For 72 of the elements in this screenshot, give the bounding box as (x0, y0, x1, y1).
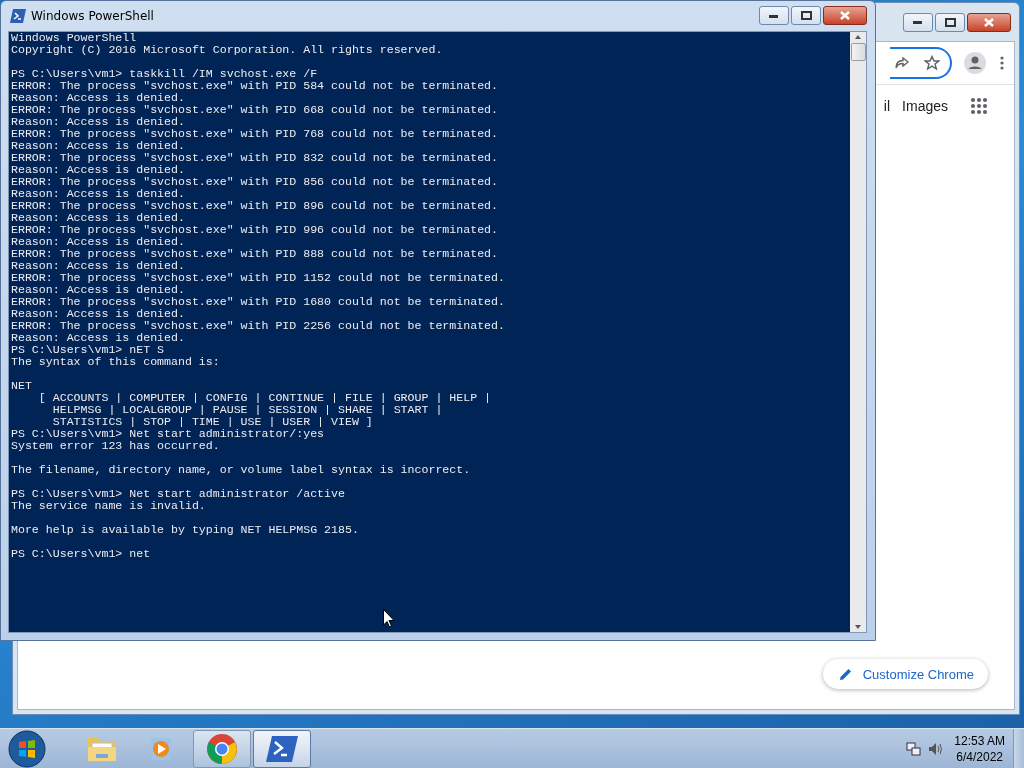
console-line: ERROR: The process "svchost.exe" with PID 888 could not be terminated. (11, 247, 500, 260)
console-line: Reason: Access is denied. (11, 235, 186, 248)
console-line: ERROR: The process "svchost.exe" with PID 996 could not be terminated. (11, 223, 500, 236)
nav-link[interactable]: Images (902, 98, 948, 114)
maximize-icon (800, 11, 812, 21)
console-line: Reason: Access is denied. (11, 163, 186, 176)
minimize-button[interactable] (759, 6, 789, 26)
console-line: PS C:\Users\vm1> nET S (11, 343, 166, 356)
console-line: The syntax of this command is: (11, 355, 221, 368)
maximize-button[interactable] (791, 6, 821, 26)
terminal-icon (266, 734, 298, 763)
console-line: ERROR: The process "svchost.exe" with PID 768 could not be terminated. (11, 127, 500, 140)
customize-chrome-button[interactable]: Customize Chrome (822, 659, 988, 689)
console-line: PS C:\Users\vm1> net (11, 547, 152, 560)
console-line: Reason: Access is denied. (11, 187, 186, 200)
console-line: Reason: Access is denied. (11, 115, 186, 128)
clock-date: 6/4/2022 (956, 748, 1003, 765)
apps-grid-icon[interactable] (970, 97, 988, 115)
console-line: STATISTICS | STOP | TIME | USE | USER | VIEW ] (51, 415, 374, 428)
console-line: Reason: Access is denied. (11, 283, 186, 296)
console-line: ERROR: The process "svchost.exe" with PID 1152 could not be terminated. (11, 271, 506, 284)
minimize-icon (769, 13, 779, 18)
close-icon (840, 11, 850, 21)
console-line: The service name is invalid. (11, 499, 207, 512)
console-line: Windows PowerShell (11, 31, 138, 44)
console-line: Reason: Access is denied. (11, 259, 186, 272)
console-line: ERROR: The process "svchost.exe" with PID 832 could not be terminated. (11, 151, 500, 164)
console-line: HELPMSG | LOCALGROUP | PAUSE | SESSION | SHARE | START | (51, 403, 444, 416)
console-line: ERROR: The process "svchost.exe" with PID 896 could not be terminated. (11, 199, 500, 212)
maximize-icon (944, 17, 956, 27)
menu-icon[interactable] (1000, 56, 1004, 70)
console-line: The filename, directory name, or volume label syntax is incorrect. (11, 463, 472, 476)
console-line: ERROR: The process "svchost.exe" with PID 584 could not be terminated. (11, 79, 500, 92)
network-icon[interactable] (906, 740, 923, 757)
browser-icon (206, 732, 238, 765)
console-line: Reason: Access is denied. (11, 307, 186, 320)
address-bar[interactable] (890, 47, 952, 79)
taskbar-button[interactable] (193, 729, 251, 768)
minimize-icon (913, 20, 923, 24)
scrollbar-thumb[interactable] (850, 42, 866, 61)
console-line: PS C:\Users\vm1> taskkill /IM svchost.exe /F (11, 67, 319, 80)
taskbar-button[interactable] (253, 729, 311, 768)
console-line: Reason: Access is denied. (11, 211, 186, 224)
console-line: More help is available by typing NET HELPMSG 2185. (11, 523, 360, 536)
profile-avatar-icon[interactable] (964, 52, 986, 74)
console-line: PS C:\Users\vm1> Net start administrator/:yes (11, 427, 326, 440)
mouse-pointer-icon (383, 609, 395, 628)
minimize-button[interactable] (903, 12, 933, 32)
console-line: [ ACCOUNTS | COMPUTER | CONFIG | CONTINUE | FILE | GROUP | HELP | (37, 391, 493, 404)
console-line: Reason: Access is denied. (11, 331, 186, 344)
console-line: Copyright (C) 2016 Microsoft Corporation. All rights reserved. (11, 43, 444, 56)
star-icon[interactable] (924, 55, 940, 71)
console-line: ERROR: The process "svchost.exe" with PID 2256 could not be terminated. (11, 319, 506, 332)
console-line: ERROR: The process "svchost.exe" with PID 856 could not be terminated. (11, 175, 500, 188)
close-button[interactable] (967, 12, 1011, 32)
maximize-button[interactable] (935, 12, 965, 32)
console-line: NET (11, 379, 33, 392)
pencil-icon (838, 667, 853, 681)
close-icon (984, 17, 994, 27)
nav-link[interactable]: il (883, 98, 891, 114)
window-title: Windows PowerShell (31, 8, 155, 23)
console-line: System error 123 has occurred. (11, 439, 220, 452)
start-button[interactable] (7, 728, 47, 768)
console-line: Reason: Access is denied. (11, 139, 186, 152)
clock-time: 12:53 AM (954, 732, 1005, 749)
close-button[interactable] (823, 6, 867, 26)
console-line: ERROR: The process "svchost.exe" with PID 1680 could not be terminated. (11, 295, 506, 308)
share-icon[interactable] (894, 55, 910, 71)
terminal-icon (10, 8, 26, 23)
console-line: ERROR: The process "svchost.exe" with PID 668 could not be terminated. (11, 103, 500, 116)
console-line: PS C:\Users\vm1> Net start administrator /active (11, 487, 346, 500)
console-line: Reason: Access is denied. (11, 91, 186, 104)
